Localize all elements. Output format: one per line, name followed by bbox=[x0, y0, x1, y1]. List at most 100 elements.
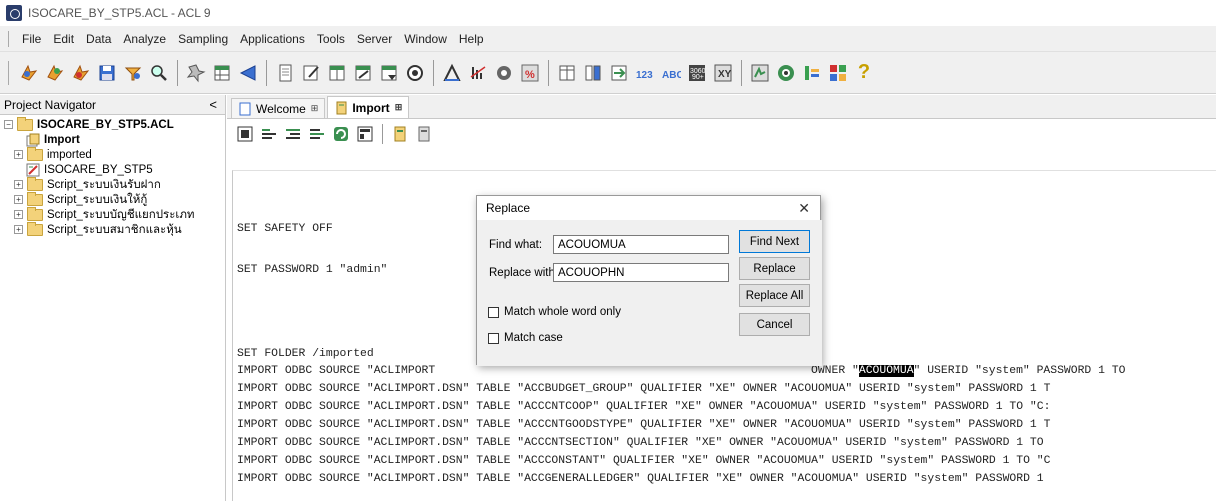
benford-icon[interactable] bbox=[467, 62, 489, 84]
menu-edit[interactable]: Edit bbox=[47, 32, 80, 46]
sample-icon[interactable]: 3060 90+ bbox=[686, 62, 708, 84]
code-line[interactable]: SET PASSWORD 1 "admin" bbox=[237, 264, 387, 276]
svg-text:123: 123 bbox=[636, 70, 653, 81]
expand-expander-icon[interactable]: + bbox=[14, 150, 23, 159]
code-fragment: " USERID "system" PASSWORD 1 TO bbox=[913, 365, 1126, 377]
open-project-icon[interactable] bbox=[18, 62, 40, 84]
code-line-partial[interactable]: IMPORT ODBC SOURCE "ACLIMPORT bbox=[237, 365, 435, 377]
notes-icon[interactable] bbox=[237, 62, 259, 84]
tab-import[interactable]: Import ⊞ bbox=[327, 96, 410, 118]
match-case-checkbox[interactable] bbox=[488, 333, 499, 344]
replace-dialog: Replace ✕ Find what: Replace with: Match… bbox=[476, 195, 822, 366]
code-line[interactable]: IMPORT ODBC SOURCE "ACLIMPORT.DSN" TABLE… bbox=[237, 401, 1050, 413]
collapse-navigator-button[interactable]: < bbox=[209, 97, 217, 112]
cancel-button[interactable]: Cancel bbox=[739, 313, 810, 336]
tab-welcome[interactable]: Welcome ⊞ bbox=[231, 98, 326, 118]
menu-tools[interactable]: Tools bbox=[311, 32, 351, 46]
percent-icon[interactable]: % bbox=[519, 62, 541, 84]
menu-server[interactable]: Server bbox=[351, 32, 398, 46]
open-table-icon[interactable] bbox=[70, 62, 92, 84]
indent-icon[interactable] bbox=[308, 125, 326, 143]
grid-icon[interactable] bbox=[356, 125, 374, 143]
expand-expander-icon[interactable]: + bbox=[14, 225, 23, 234]
code-line[interactable]: SET FOLDER /imported bbox=[237, 348, 374, 360]
close-icon[interactable]: ✕ bbox=[798, 200, 810, 217]
pin-icon[interactable]: ⊞ bbox=[311, 103, 319, 114]
report-icon[interactable] bbox=[801, 62, 823, 84]
classify-icon[interactable] bbox=[582, 62, 604, 84]
search-icon[interactable] bbox=[148, 62, 170, 84]
code-line[interactable]: IMPORT ODBC SOURCE "ACLIMPORT.DSN" TABLE… bbox=[237, 437, 1044, 449]
expand-expander-icon[interactable]: + bbox=[14, 210, 23, 219]
grid-icon[interactable] bbox=[827, 62, 849, 84]
table-layout-icon[interactable] bbox=[211, 62, 233, 84]
toolbar-grip bbox=[8, 60, 10, 85]
folder-icon bbox=[27, 176, 43, 191]
expand-expander-icon[interactable]: + bbox=[14, 195, 23, 204]
step-icon[interactable] bbox=[260, 125, 278, 143]
code-fragment: OWNER " bbox=[811, 365, 859, 377]
toolbar-separator bbox=[548, 59, 549, 86]
highlighted-match: ACOUOMUA bbox=[858, 365, 914, 377]
code-line[interactable]: IMPORT ODBC SOURCE "ACLIMPORT.DSN" TABLE… bbox=[237, 455, 1050, 467]
save-icon[interactable] bbox=[96, 62, 118, 84]
dialog-body: Find what: Replace with: Match whole wor… bbox=[477, 220, 822, 366]
menu-sampling[interactable]: Sampling bbox=[172, 32, 234, 46]
acl-app-icon bbox=[6, 5, 22, 21]
code-line[interactable]: IMPORT ODBC SOURCE "ACLIMPORT.DSN" TABLE… bbox=[237, 419, 1050, 431]
replace-all-button[interactable]: Replace All bbox=[739, 284, 810, 307]
find-what-input[interactable] bbox=[553, 235, 729, 254]
table-icon bbox=[26, 133, 40, 146]
modify-icon[interactable] bbox=[352, 62, 374, 84]
code-line[interactable]: IMPORT ODBC SOURCE "ACLIMPORT.DSN" TABLE… bbox=[237, 473, 1044, 485]
document-icon[interactable] bbox=[274, 62, 296, 84]
run-icon[interactable] bbox=[236, 125, 254, 143]
filter-icon[interactable] bbox=[122, 62, 144, 84]
tree-item-script-member[interactable]: + Script_ระบบสมาชิกและหุ้น bbox=[0, 221, 225, 237]
run-selected-icon[interactable] bbox=[284, 125, 302, 143]
svg-text:%: % bbox=[525, 69, 535, 81]
script-icon[interactable] bbox=[749, 62, 771, 84]
refresh-icon[interactable] bbox=[775, 62, 797, 84]
statistics-icon[interactable] bbox=[441, 62, 463, 84]
tree-item-imported[interactable]: + imported bbox=[0, 146, 225, 162]
help-icon[interactable]: ? bbox=[853, 61, 875, 84]
replace-button[interactable]: Replace bbox=[739, 257, 810, 280]
menu-data[interactable]: Data bbox=[80, 32, 117, 46]
code-line-tail[interactable]: OWNER "ACOUOMUA" USERID "system" PASSWOR… bbox=[811, 365, 1125, 377]
summarize-icon[interactable] bbox=[556, 62, 578, 84]
menu-analyze[interactable]: Analyze bbox=[117, 32, 172, 46]
menu-applications[interactable]: Applications bbox=[234, 32, 311, 46]
gaps-icon[interactable]: XY bbox=[712, 62, 734, 84]
tree-item-project[interactable]: − ISOCARE_BY_STP5.ACL bbox=[0, 116, 225, 132]
join-icon[interactable] bbox=[608, 62, 630, 84]
menu-window[interactable]: Window bbox=[398, 32, 453, 46]
index-icon[interactable] bbox=[378, 62, 400, 84]
expand-expander-icon[interactable]: + bbox=[14, 180, 23, 189]
match-whole-word-checkbox[interactable] bbox=[488, 307, 499, 318]
view-icon[interactable] bbox=[326, 62, 348, 84]
menu-bar: File Edit Data Analyze Sampling Applicat… bbox=[0, 26, 1216, 52]
duplicates-icon[interactable]: ABC bbox=[660, 62, 682, 84]
menu-help[interactable]: Help bbox=[453, 32, 490, 46]
match-whole-word-label: Match whole word only bbox=[504, 306, 621, 318]
find-next-button[interactable]: Find Next bbox=[739, 230, 810, 253]
menu-file[interactable]: File bbox=[16, 32, 47, 46]
pin-icon[interactable]: ⊞ bbox=[395, 102, 403, 113]
replace-with-input[interactable] bbox=[553, 263, 729, 282]
sequence-icon[interactable]: 123 bbox=[634, 62, 656, 84]
script-yellow-icon[interactable] bbox=[391, 125, 409, 143]
collapse-expander-icon[interactable]: − bbox=[4, 120, 13, 129]
refresh-script-icon[interactable] bbox=[332, 125, 350, 143]
code-line[interactable]: SET SAFETY OFF bbox=[237, 223, 333, 235]
history-icon[interactable] bbox=[185, 62, 207, 84]
script-gray-icon[interactable] bbox=[415, 125, 433, 143]
stratify-icon[interactable] bbox=[493, 62, 515, 84]
expression-icon[interactable] bbox=[404, 62, 426, 84]
edit-icon[interactable] bbox=[300, 62, 322, 84]
code-line[interactable]: IMPORT ODBC SOURCE "ACLIMPORT.DSN" TABLE… bbox=[237, 383, 1050, 395]
tree-item-import[interactable]: Import bbox=[0, 132, 225, 147]
folder-icon bbox=[27, 206, 43, 221]
new-project-icon[interactable] bbox=[44, 62, 66, 84]
navigator-title: Project Navigator bbox=[4, 97, 97, 112]
